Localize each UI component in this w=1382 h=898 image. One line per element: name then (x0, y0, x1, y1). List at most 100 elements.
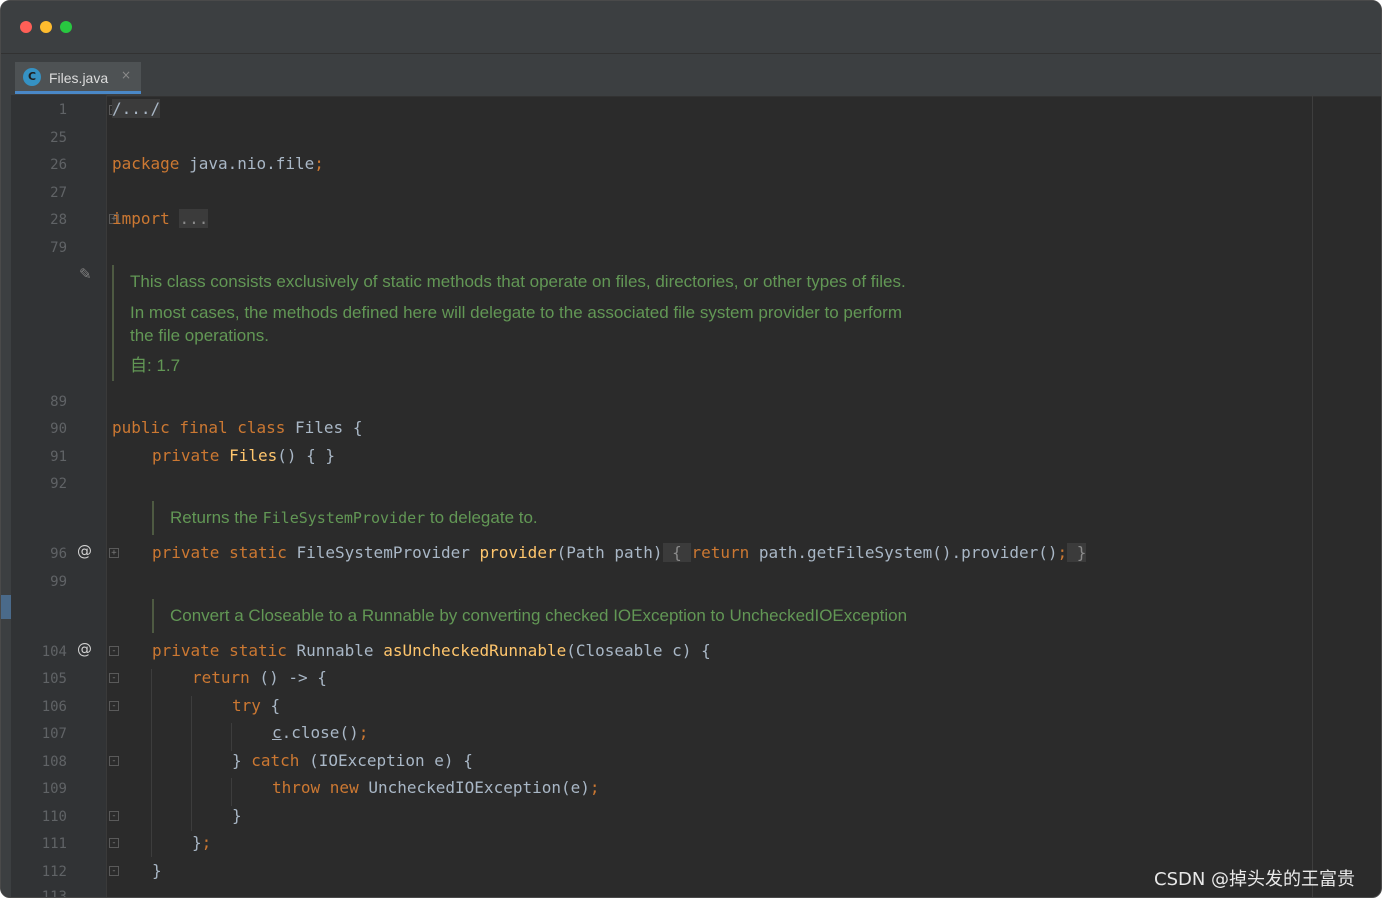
semicolon: ; (1057, 543, 1068, 562)
ide-window: C Files.java × 1 25 26 27 28 79 89 90 91… (0, 0, 1382, 898)
code-line-106[interactable]: try { (232, 696, 280, 716)
folded-region[interactable]: /.../ (112, 99, 161, 118)
params: (Path path) (556, 543, 663, 562)
type-name: FileSystemProvider (286, 543, 480, 562)
code-line-107[interactable]: c.close(); (272, 723, 368, 743)
code-text: (IOException e) { (299, 751, 473, 770)
code-line-90[interactable]: public final class Files { (112, 418, 362, 438)
code-line-1[interactable]: /.../ (112, 99, 161, 119)
semicolon: ; (358, 723, 369, 742)
java-class-icon: C (23, 68, 41, 86)
line-number: 27 (50, 185, 67, 201)
code-line-108[interactable]: } catch (IOException e) { (232, 751, 473, 771)
line-number: 113 (41, 889, 67, 897)
line-number: 28 (50, 212, 67, 228)
code-line-96[interactable]: private static FileSystemProvider provid… (152, 543, 1087, 563)
code-text: UncheckedIOException(e) (358, 778, 590, 797)
keyword: private (152, 446, 220, 465)
keyword: throw new (272, 778, 359, 797)
line-number: 107 (41, 726, 67, 742)
fold-minus-icon[interactable]: - (109, 701, 119, 711)
left-tool-strip (1, 95, 11, 897)
line-number: 26 (50, 157, 67, 173)
code-line-109[interactable]: throw new UncheckedIOException(e); (272, 778, 600, 798)
doc-bar (152, 501, 154, 535)
semicolon: ; (314, 154, 324, 173)
folded-imports[interactable]: ... (179, 209, 209, 228)
method-name: provider (479, 543, 557, 562)
line-number: 25 (50, 130, 67, 146)
line-number: 105 (41, 671, 67, 687)
fold-end-icon[interactable]: - (109, 838, 119, 848)
line-number-gutter: 1 25 26 27 28 79 89 90 91 92 96 99 104 1… (11, 95, 119, 897)
code-line-104[interactable]: private static Runnable asUncheckedRunna… (152, 641, 711, 661)
code-line-26[interactable]: package java.nio.file; (112, 154, 324, 174)
left-strip-marker (1, 595, 11, 619)
override-marker-icon[interactable]: @ (77, 542, 92, 560)
code-line-91[interactable]: private Files() { } (152, 446, 335, 466)
code-line-105[interactable]: return () -> { (192, 668, 327, 688)
line-number: 109 (41, 781, 67, 797)
line-number: 108 (41, 754, 67, 770)
code-text: } (232, 751, 252, 770)
doc-comment-line: Convert a Closeable to a Runnable by con… (170, 606, 908, 625)
watermark-text: CSDN @掉头发的王富贵 (1154, 869, 1356, 890)
line-number: 110 (41, 809, 67, 825)
line-number: 106 (41, 699, 67, 715)
fold-end-icon[interactable]: - (109, 756, 119, 766)
variable: c (272, 723, 282, 742)
code-line-111[interactable]: }; (192, 833, 211, 853)
doc-comment-line: In most cases, the methods defined here … (130, 303, 903, 322)
fold-brace[interactable]: { (662, 543, 692, 562)
class-name: Files { (285, 418, 363, 437)
package-name: java.nio.file (179, 154, 315, 173)
semicolon: ; (589, 778, 600, 797)
doc-since-value: 1.7 (156, 356, 181, 375)
method-name: asUncheckedRunnable (383, 641, 567, 660)
line-number: 90 (50, 421, 67, 437)
keyword: return (192, 668, 250, 687)
line-number: 112 (41, 864, 67, 880)
override-marker-icon[interactable]: @ (77, 640, 92, 658)
keyword: import (112, 209, 170, 228)
fold-plus-icon[interactable]: + (109, 548, 119, 558)
doc-code: FileSystemProvider (262, 509, 426, 527)
fold-minus-icon[interactable]: - (109, 673, 119, 683)
code-text: .close() (281, 723, 359, 742)
type-name: Runnable (286, 641, 384, 660)
code-line-28[interactable]: import ... (112, 209, 209, 229)
fold-brace[interactable]: } (1067, 543, 1087, 562)
edit-doc-icon[interactable]: ✎ (79, 265, 92, 283)
keyword: try (232, 696, 261, 715)
close-window-button[interactable] (20, 21, 32, 33)
code-line-110[interactable]: } (232, 806, 242, 826)
doc-bar (112, 265, 114, 381)
doc-comment-line: Returns the FileSystemProvider to delega… (170, 508, 538, 527)
editor-tab-bar: C Files.java × (1, 53, 1381, 97)
indent-guide (151, 669, 152, 857)
code-text: { (260, 696, 281, 715)
line-number: 99 (50, 574, 67, 590)
keyword: private static (152, 543, 287, 562)
code-line-112[interactable]: } (152, 861, 162, 881)
constructor-name: Files (229, 446, 278, 465)
fold-end-icon[interactable]: - (109, 811, 119, 821)
code-text: () -> { (249, 668, 327, 687)
fold-minus-icon[interactable]: - (109, 646, 119, 656)
zoom-window-button[interactable] (60, 21, 72, 33)
doc-bar (152, 599, 154, 633)
code-text: path.getFileSystem().provider() (749, 543, 1058, 562)
close-icon[interactable]: × (121, 68, 131, 82)
semicolon: ; (201, 833, 212, 852)
minimize-window-button[interactable] (40, 21, 52, 33)
keyword: catch (251, 751, 300, 770)
tab-files-java[interactable]: C Files.java × (15, 62, 141, 94)
params: (Closeable c) { (566, 641, 711, 660)
fold-end-icon[interactable]: - (109, 866, 119, 876)
keyword: package (112, 154, 180, 173)
tab-label: Files.java (49, 70, 109, 86)
line-number: 104 (41, 644, 67, 660)
code-text: } (192, 833, 202, 852)
line-number: 111 (41, 836, 67, 852)
right-margin-guide (1312, 95, 1313, 897)
